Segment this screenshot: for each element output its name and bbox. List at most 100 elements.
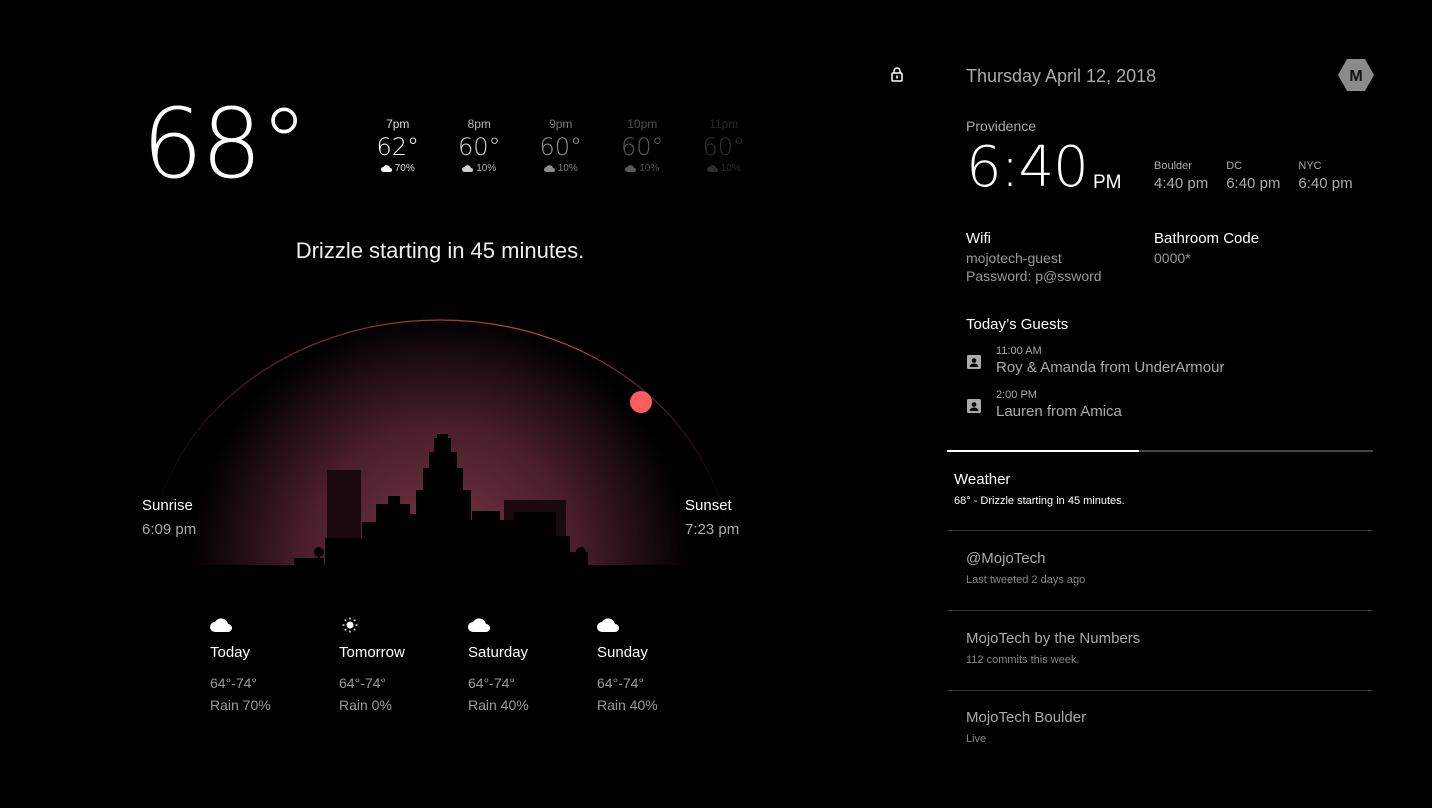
forecast-day: Tomorrow 64°-74° Rain 0% [339,614,468,713]
card-subtitle: Last tweeted 2 days ago [966,574,1086,586]
hourly-item: 11pm 60° 10% [683,117,765,174]
guest-name: Roy & Amanda from UnderArmour [996,359,1225,376]
hour-rain: 10% [439,163,521,174]
card-subtitle: 68° - Drizzle starting in 45 minutes. [954,495,1125,507]
sunset-label: Sunset [685,497,732,514]
hourly-item: 9pm 60° 10% [520,117,602,174]
card-weather[interactable]: Weather 68° - Drizzle starting in 45 min… [947,460,1373,531]
forecast-rain: Rain 70% [210,697,271,713]
cloud-icon [380,165,392,172]
guest-item: 11:00 AM Roy & Amanda from UnderArmour [966,345,1224,376]
sun-position-marker [630,391,652,413]
forecast-temp-range: 64°-74° [339,675,387,691]
guest-badge-icon [967,399,981,413]
cloud-icon [210,618,232,632]
guests-title: Today’s Guests [966,316,1069,333]
hourly-forecast: 7pm 62° 70% 8pm 60° 10% 9pm 60° 10% 10pm… [357,117,765,174]
card-subtitle: Live [966,733,987,745]
progress-fill [947,450,1139,452]
hour-time: 7pm [386,117,410,131]
guest-item: 2:00 PM Lauren from Amica [966,389,1122,420]
guest-time: 11:00 AM [996,345,1042,357]
bathroom-code: 0000* [1154,250,1191,266]
world-clocks: Boulder 4:40 pm DC 6:40 pm NYC 6:40 pm [1154,160,1371,192]
cloud-icon [706,165,718,172]
card-title: MojoTech Boulder [966,709,1087,726]
current-date: Thursday April 12, 2018 [966,66,1157,86]
world-clock: Boulder 4:40 pm [1154,160,1208,192]
forecast-day-name: Today [210,644,251,661]
card-numbers[interactable]: MojoTech by the Numbers 112 commits this… [947,611,1373,691]
hour-temp: 60° [702,133,746,161]
hour-rain: 70% [357,163,439,174]
zone-name: Boulder [1154,160,1192,172]
forecast-day-name: Tomorrow [339,644,405,661]
hour-temp: 62° [376,133,420,161]
hour-rain: 10% [683,163,765,174]
hour-rain: 10% [602,163,684,174]
sun-arc-graphic [140,319,740,570]
forecast-rain: Rain 40% [597,697,658,713]
hour-rain: 10% [520,163,602,174]
forecast-rain: Rain 0% [339,697,392,713]
clock-ampm: PM [1093,172,1122,193]
guest-badge-icon [967,355,981,369]
hour-temp: 60° [620,133,664,161]
forecast-temp-range: 64°-74° [210,675,258,691]
forecast-day: Saturday 64°-74° Rain 40% [468,614,597,713]
mojotech-logo-icon: M [1338,59,1374,91]
wifi-network: mojotech-guest [966,250,1062,266]
card-title: Weather [954,471,1011,488]
card-boulder[interactable]: MojoTech Boulder Live [947,690,1373,770]
daily-forecast: Today 64°-74° Rain 70% Tomorrow 64°-74° … [210,614,726,713]
sunrise-label: Sunrise [142,497,193,514]
card-title: MojoTech by the Numbers [966,630,1141,647]
forecast-temp-range: 64°-74° [597,675,645,691]
hour-time: 11pm [709,117,739,131]
hour-time: 10pm [627,117,658,131]
hour-time: 9pm [549,117,573,131]
lock-icon[interactable] [889,66,905,82]
forecast-day-name: Sunday [597,644,648,661]
hourly-item: 8pm 60° 10% [439,117,521,174]
cloud-icon [543,165,555,172]
card-title: @MojoTech [966,550,1046,567]
card-twitter[interactable]: @MojoTech Last tweeted 2 days ago [947,531,1373,611]
zone-name: DC [1226,160,1243,172]
cloud-icon [468,618,490,632]
card-subtitle: 112 commits this week. [966,654,1080,666]
current-temperature: 68° [142,88,308,200]
guest-name: Lauren from Amica [996,403,1122,420]
forecast-day: Sunday 64°-74° Rain 40% [597,614,726,713]
bathroom-code-label: Bathroom Code [1154,230,1260,247]
clock-city: Providence [966,118,1037,134]
forecast-rain: Rain 40% [468,697,529,713]
hourly-item: 10pm 60° 10% [602,117,684,174]
forecast-day: Today 64°-74° Rain 70% [210,614,339,713]
wifi-password: Password: p@ssword [966,268,1102,284]
weather-summary: Drizzle starting in 45 minutes. [295,238,585,263]
world-clock: NYC 6:40 pm [1298,160,1352,192]
svg-text:M: M [1349,68,1362,85]
forecast-day-name: Saturday [468,644,529,661]
zone-time: 6:40 pm [1298,175,1353,192]
sun-icon [342,617,358,633]
zone-name: NYC [1298,160,1322,172]
cloud-icon [625,165,637,172]
cloud-icon [597,618,619,632]
sunset-time: 7:23 pm [685,521,740,538]
forecast-temp-range: 64°-74° [468,675,516,691]
hourly-item: 7pm 62° 70% [357,117,439,174]
cloud-icon [462,165,474,172]
clock-time: 6:40 [966,135,1089,200]
zone-time: 4:40 pm [1154,175,1209,192]
world-clock: DC 6:40 pm [1226,160,1280,192]
hour-temp: 60° [539,133,583,161]
hour-temp: 60° [457,133,501,161]
card-rotation-progress [947,450,1373,452]
sunrise-time: 6:09 pm [142,521,197,538]
zone-time: 6:40 pm [1226,175,1281,192]
guest-time: 2:00 PM [996,389,1037,401]
wifi-label: Wifi [966,230,991,247]
hour-time: 8pm [467,117,491,131]
